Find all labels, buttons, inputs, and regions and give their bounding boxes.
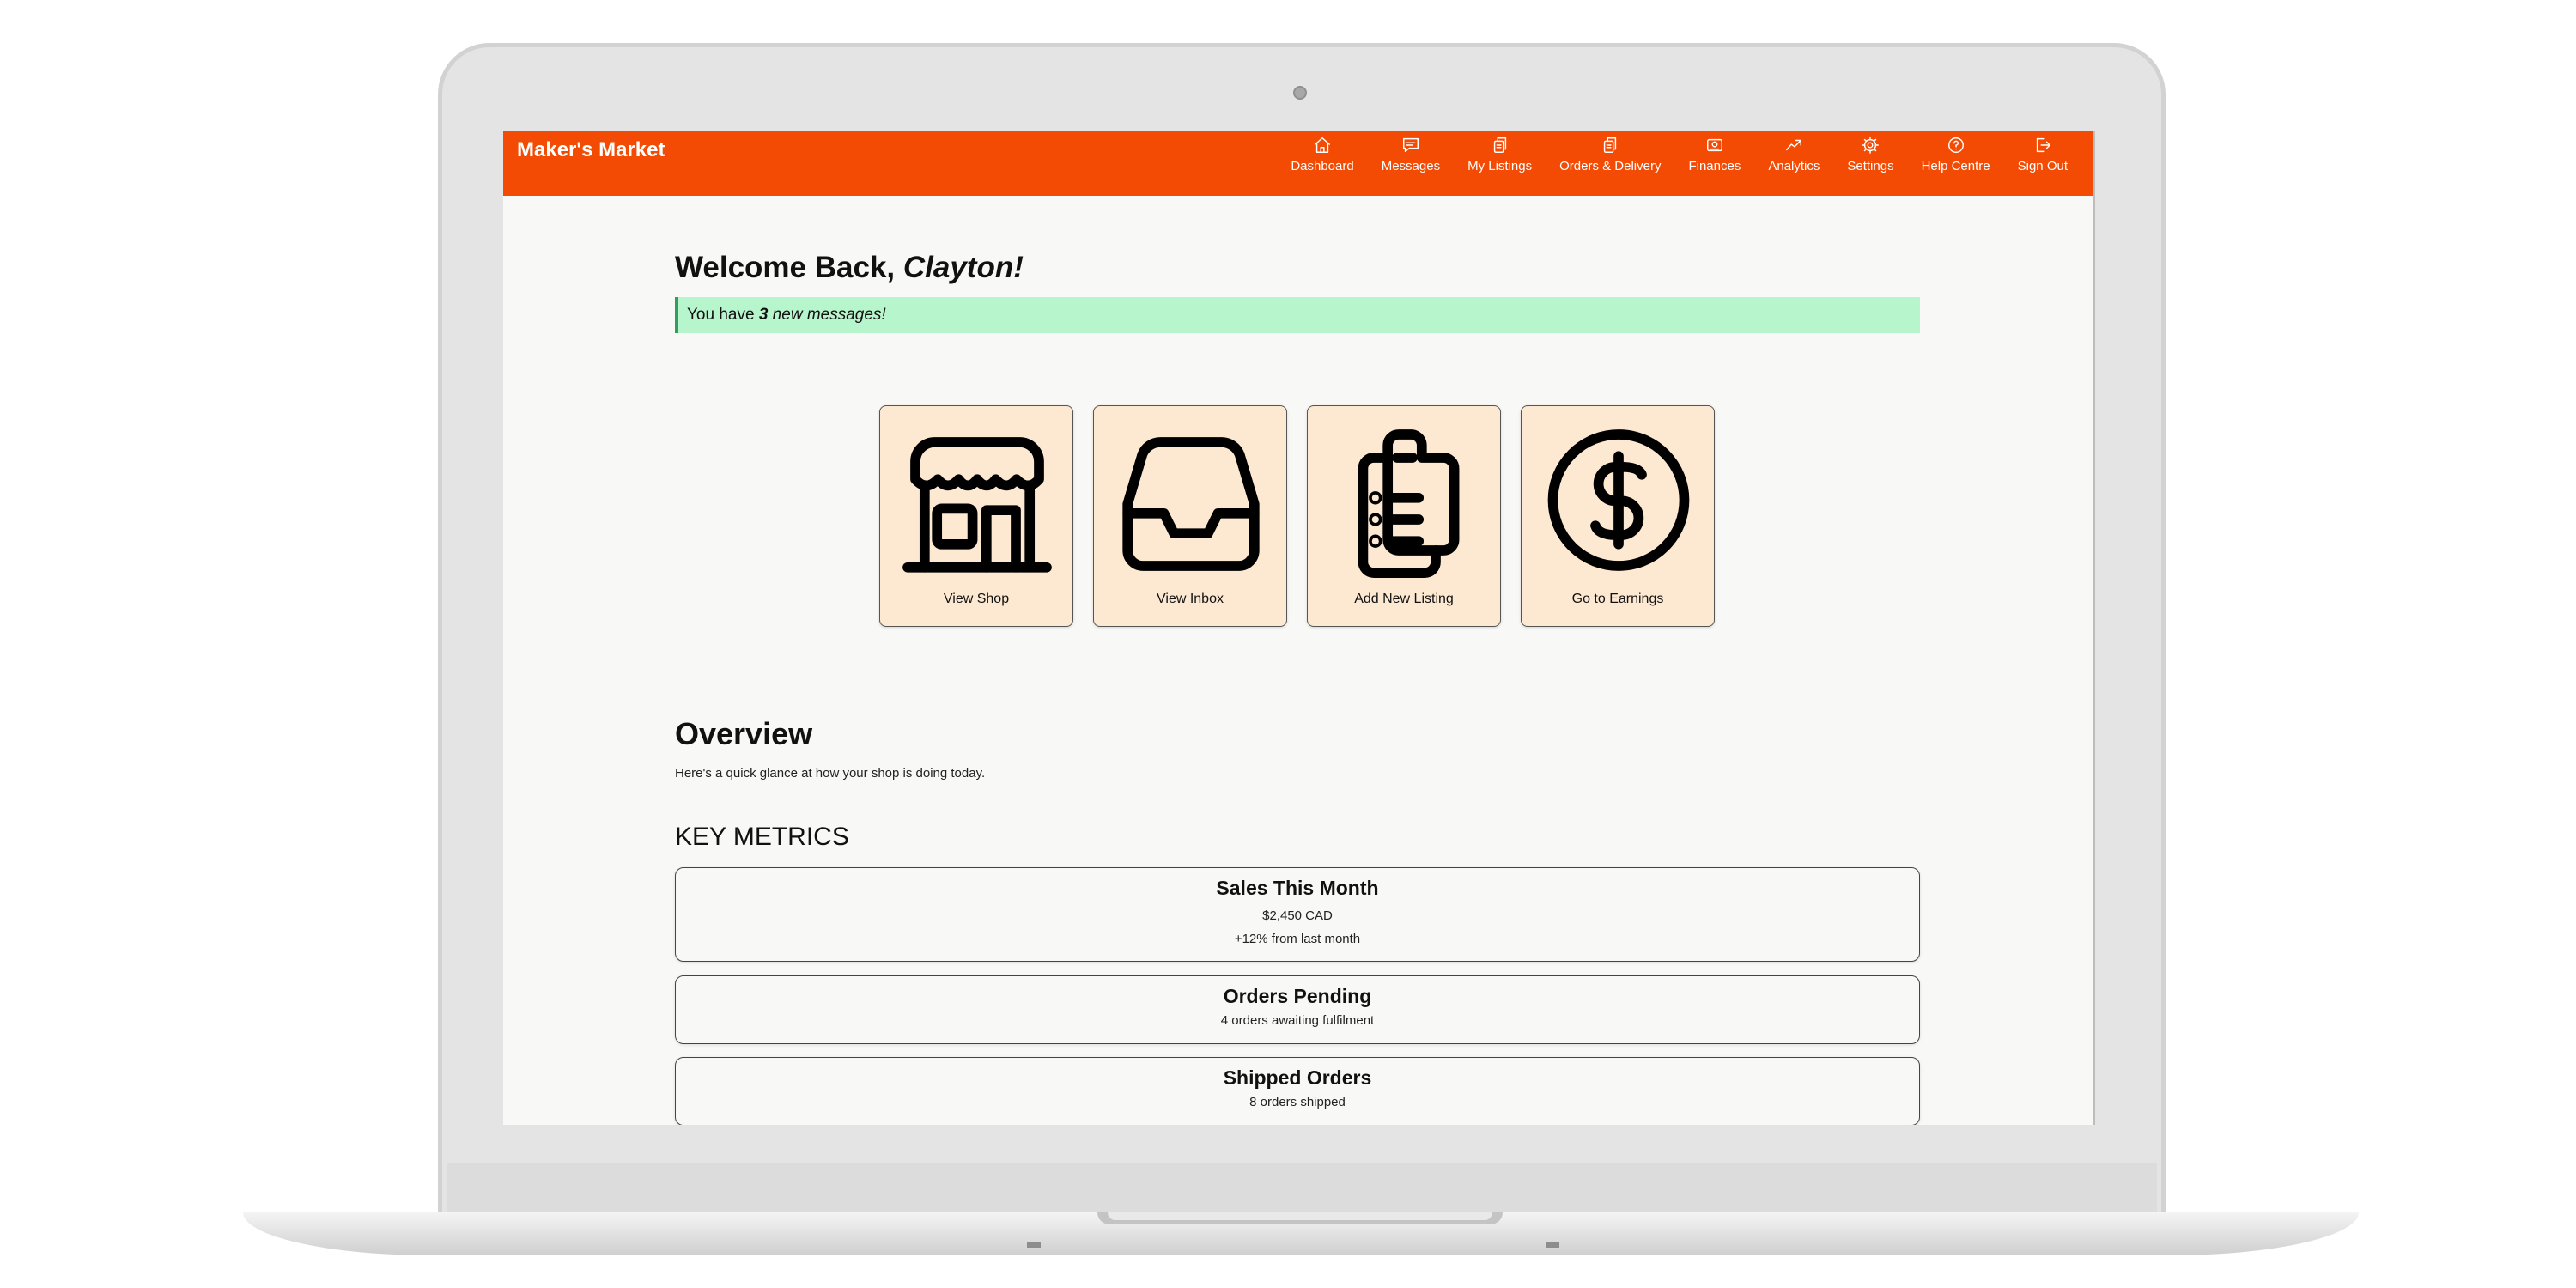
storefront-icon — [902, 437, 1052, 573]
nav-help-centre[interactable]: Help Centre — [1908, 136, 2004, 173]
notice-prefix: You have — [687, 306, 759, 324]
top-navbar: Maker's Market Dashboard Messages My Lis… — [503, 131, 2093, 196]
message-count: 3 — [758, 306, 769, 324]
add-new-listing-button[interactable]: Add New Listing — [1307, 405, 1501, 627]
go-to-earnings-button[interactable]: Go to Earnings — [1521, 405, 1715, 627]
overview-subtitle: Here's a quick glance at how your shop i… — [675, 766, 986, 781]
gear-icon — [1862, 137, 1880, 154]
metric-card-shipped-orders: Shipped Orders 8 orders shipped — [675, 1057, 1920, 1125]
laptop-foot-right — [1546, 1242, 1559, 1248]
nav-label: Finances — [1688, 159, 1741, 173]
metric-card-orders-pending: Orders Pending 4 orders awaiting fulfilm… — [675, 975, 1920, 1044]
metric-title: Orders Pending — [1223, 985, 1372, 1007]
copy-icon — [1604, 137, 1617, 153]
sign-out-icon — [2036, 137, 2050, 153]
nav-messages[interactable]: Messages — [1368, 136, 1454, 173]
nav-label: Orders & Delivery — [1559, 159, 1662, 173]
trend-up-icon — [1786, 139, 1802, 151]
welcome-section: Welcome Back, Clayton! You have 3 new me… — [675, 251, 1920, 333]
laptop-foot-left — [1027, 1242, 1041, 1248]
overview-heading: Overview — [675, 716, 813, 751]
clipboard-list-icon — [1358, 429, 1460, 578]
card-label: View Shop — [943, 592, 1010, 606]
nav-settings[interactable]: Settings — [1833, 136, 1907, 173]
nav-label: Dashboard — [1291, 159, 1354, 173]
quick-actions: View Shop View Inbox Add New Listing Go … — [879, 405, 1715, 627]
main-nav: Dashboard Messages My Listings Orders & … — [1277, 136, 2081, 173]
card-label: View Inbox — [1157, 592, 1224, 606]
nav-my-listings[interactable]: My Listings — [1454, 136, 1546, 173]
nav-label: My Listings — [1467, 159, 1533, 173]
nav-sign-out[interactable]: Sign Out — [2004, 136, 2081, 173]
metric-value: $2,450 CAD — [1262, 908, 1333, 923]
key-metrics-heading: KEY METRICS — [675, 823, 849, 851]
metric-title: Shipped Orders — [1223, 1066, 1372, 1089]
message-notice[interactable]: You have 3 new messages! — [675, 297, 1920, 333]
nav-orders-delivery[interactable]: Orders & Delivery — [1546, 136, 1674, 173]
app-screen: Maker's Market Dashboard Messages My Lis… — [503, 131, 2095, 1125]
webcam — [1293, 86, 1307, 100]
welcome-heading: Welcome Back, Clayton! — [675, 251, 1920, 290]
chat-icon — [1402, 137, 1419, 153]
nav-label: Analytics — [1768, 159, 1820, 173]
view-inbox-button[interactable]: View Inbox — [1093, 405, 1287, 627]
home-icon — [1315, 137, 1330, 153]
metric-value: 4 orders awaiting fulfilment — [1220, 1013, 1375, 1028]
nav-label: Sign Out — [2017, 159, 2068, 173]
welcome-prefix: Welcome Back, — [675, 251, 903, 284]
metric-title: Sales This Month — [1216, 877, 1379, 899]
brand-logo[interactable]: Maker's Market — [517, 138, 665, 162]
nav-analytics[interactable]: Analytics — [1754, 136, 1833, 173]
copy-icon — [1493, 137, 1506, 153]
nav-label: Settings — [1847, 159, 1894, 173]
inbox-tray-icon — [1122, 437, 1260, 571]
notice-suffix: new messages! — [768, 306, 886, 324]
card-label: Go to Earnings — [1571, 592, 1664, 606]
dollar-circle-icon — [1547, 429, 1690, 571]
metric-card-sales: Sales This Month $2,450 CAD +12% from la… — [675, 867, 1920, 962]
metric-value: 8 orders shipped — [1249, 1095, 1346, 1109]
nav-label: Messages — [1381, 159, 1441, 173]
wallet-icon — [1706, 138, 1722, 152]
metric-change: +12% from last month — [1234, 932, 1361, 946]
view-shop-button[interactable]: View Shop — [879, 405, 1073, 627]
user-name: Clayton! — [902, 251, 1024, 284]
card-label: Add New Listing — [1354, 592, 1454, 606]
nav-finances[interactable]: Finances — [1674, 136, 1754, 173]
nav-label: Help Centre — [1921, 159, 1990, 173]
nav-dashboard[interactable]: Dashboard — [1277, 136, 1367, 173]
laptop-hinge-notch-inner — [1108, 1212, 1492, 1220]
help-circle-icon — [1947, 137, 1964, 153]
laptop-chin — [447, 1163, 2157, 1217]
